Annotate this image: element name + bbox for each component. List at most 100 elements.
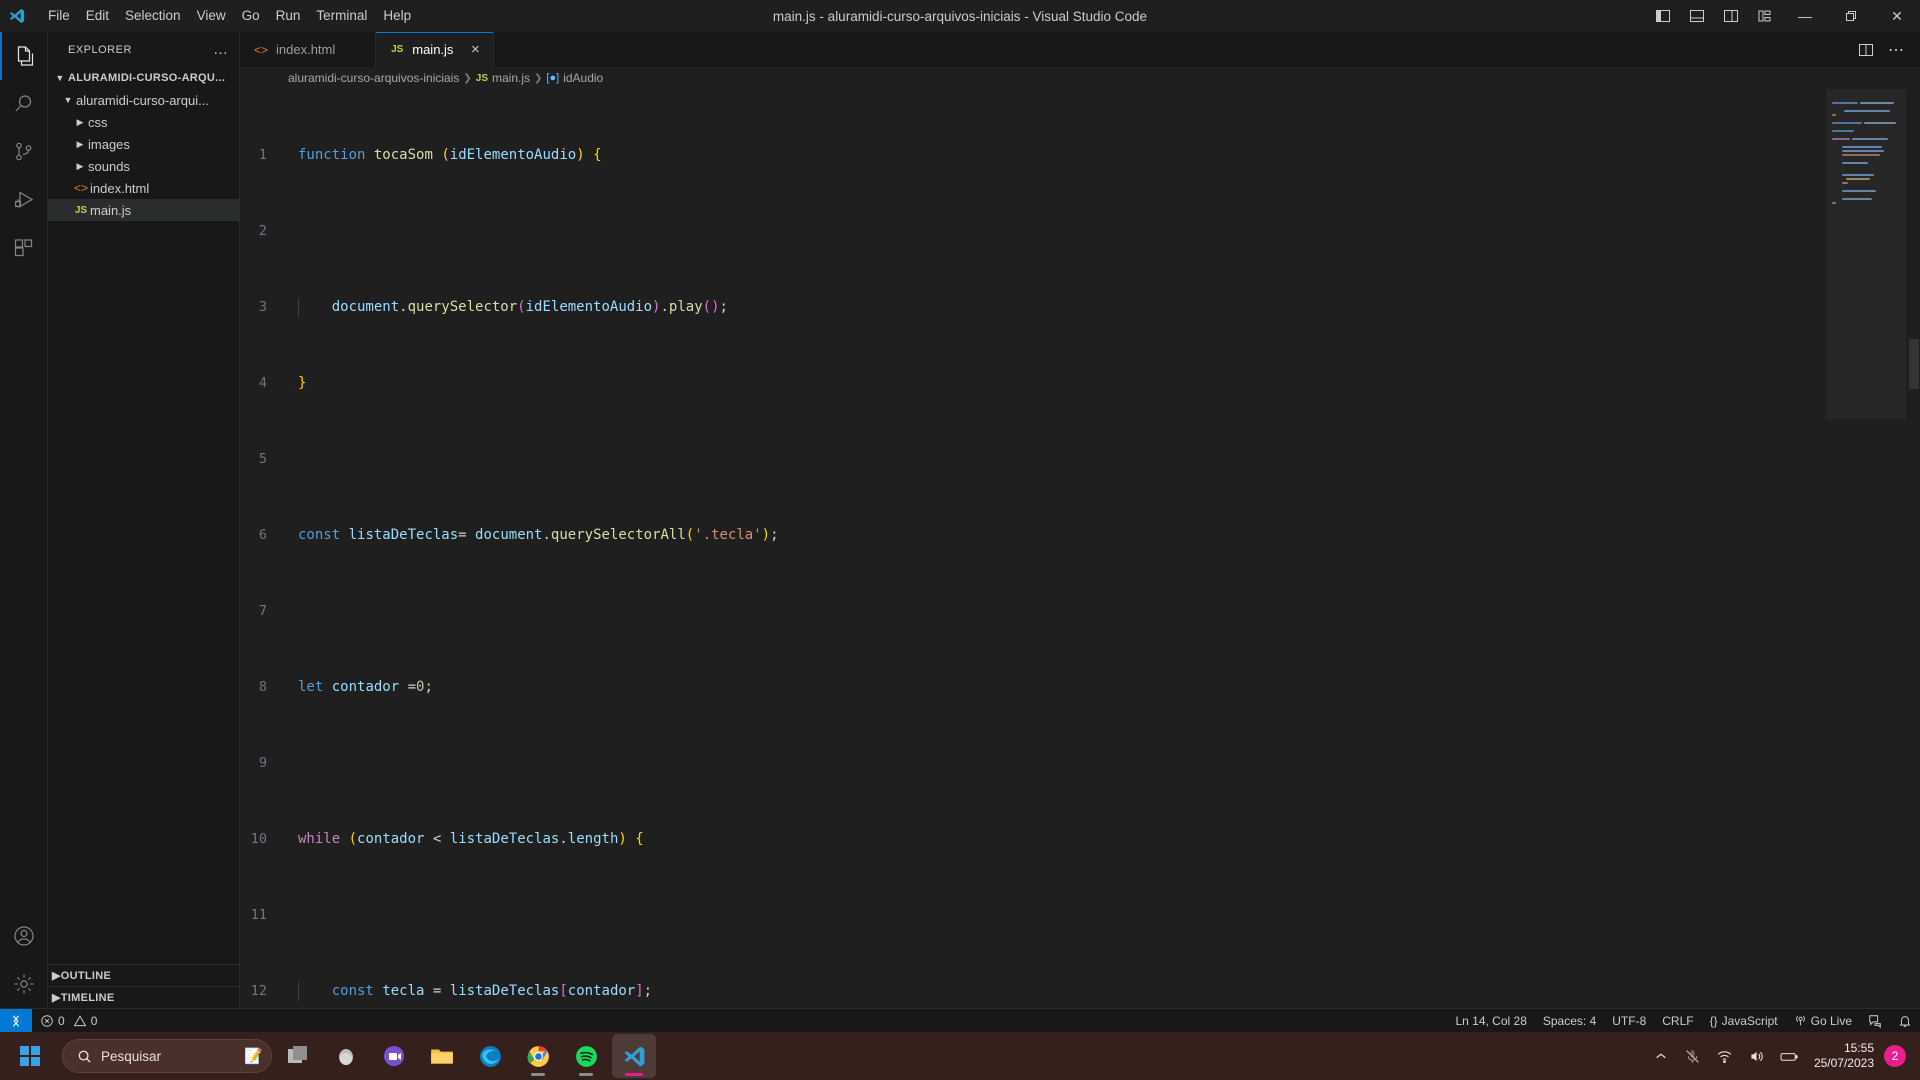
notification-badge[interactable]: 2 bbox=[1884, 1045, 1906, 1067]
breadcrumb-symbol[interactable]: [●] idAudio bbox=[546, 71, 603, 85]
split-editor-icon[interactable] bbox=[1852, 36, 1880, 64]
minimap[interactable] bbox=[1826, 89, 1906, 1008]
taskbar-file-explorer[interactable] bbox=[420, 1034, 464, 1078]
status-editor-position[interactable]: Ln 14, Col 28 bbox=[1447, 1009, 1534, 1033]
tree-item-file-index-html[interactable]: <> index.html bbox=[48, 177, 239, 199]
code-line: 4 } bbox=[240, 374, 1920, 393]
timeline-panel-header[interactable]: ▶ TIMELINE bbox=[48, 986, 239, 1008]
breadcrumb-file[interactable]: JS main.js bbox=[476, 71, 530, 85]
line-text: while (contador < listaDeTeclas.length) … bbox=[298, 831, 644, 847]
chevron-right-icon: ▶ bbox=[52, 970, 61, 982]
text-editor[interactable]: 1 function tocaSom (idElementoAudio) { 2… bbox=[240, 89, 1920, 1008]
activity-accounts[interactable] bbox=[0, 912, 48, 960]
tree-item-folder-sounds[interactable]: ▶ sounds bbox=[48, 155, 239, 177]
start-icon[interactable] bbox=[8, 1034, 52, 1078]
outline-panel-header[interactable]: ▶ OUTLINE bbox=[48, 964, 239, 986]
chevron-up-icon[interactable] bbox=[1646, 1039, 1676, 1073]
symbol-variable-icon: [●] bbox=[546, 72, 560, 84]
ellipsis-icon[interactable]: ⋯ bbox=[1882, 36, 1910, 64]
status-editor-indentation[interactable]: Spaces: 4 bbox=[1535, 1009, 1604, 1033]
active-indicator bbox=[625, 1073, 643, 1076]
video-icon bbox=[384, 1046, 404, 1066]
toggle-primary-sidebar-icon[interactable] bbox=[1646, 0, 1680, 32]
taskbar-visual-studio-code[interactable] bbox=[612, 1034, 656, 1078]
search-input[interactable]: Pesquisar 📝 bbox=[62, 1039, 272, 1073]
tab-main-js[interactable]: JS main.js × bbox=[376, 32, 495, 67]
warning-icon bbox=[73, 1014, 86, 1026]
cloud-icon bbox=[339, 1049, 353, 1065]
taskbar-video-app[interactable] bbox=[372, 1034, 416, 1078]
tree-item-folder-images[interactable]: ▶ images bbox=[48, 133, 239, 155]
activity-run-and-debug[interactable] bbox=[0, 176, 48, 224]
folder-icon bbox=[431, 1049, 453, 1064]
status-editor-eol[interactable]: CRLF bbox=[1654, 1009, 1701, 1033]
editor-scrollbar[interactable] bbox=[1906, 89, 1920, 1008]
problems-indicator[interactable]: 0 0 bbox=[32, 1009, 105, 1033]
tree-item-workspace-root[interactable]: ▼ ALURAMIDI-CURSO-ARQU... bbox=[48, 67, 239, 89]
toggle-panel-icon[interactable] bbox=[1680, 0, 1714, 32]
menu-edit[interactable]: Edit bbox=[78, 4, 117, 28]
remote-window-indicator[interactable] bbox=[0, 1008, 32, 1033]
warning-count: 0 bbox=[90, 1013, 98, 1028]
menu-go[interactable]: Go bbox=[234, 4, 268, 28]
menu-bar[interactable]: File Edit Selection View Go Run Terminal… bbox=[34, 0, 419, 32]
chevron-right-icon: ▶ bbox=[76, 138, 84, 149]
toggle-secondary-sidebar-icon[interactable] bbox=[1714, 0, 1748, 32]
code-content[interactable]: 1 function tocaSom (idElementoAudio) { 2… bbox=[240, 89, 1920, 1008]
running-indicator bbox=[579, 1073, 593, 1076]
explorer-header: EXPLORER … bbox=[48, 32, 239, 67]
minimap-slider[interactable] bbox=[1826, 89, 1906, 419]
status-editor-language[interactable]: {} JavaScript bbox=[1702, 1009, 1786, 1033]
tree-item-folder-css[interactable]: ▶ css bbox=[48, 111, 239, 133]
activity-manage-gear-icon[interactable] bbox=[0, 960, 48, 1008]
close-button[interactable]: ✕ bbox=[1874, 0, 1920, 32]
minimize-button[interactable]: — bbox=[1782, 0, 1828, 32]
menu-file[interactable]: File bbox=[40, 4, 78, 28]
activity-search[interactable] bbox=[0, 80, 48, 128]
status-editor-encoding[interactable]: UTF-8 bbox=[1604, 1009, 1654, 1033]
customize-layout-icon[interactable] bbox=[1748, 0, 1782, 32]
taskbar-task-view[interactable] bbox=[276, 1034, 320, 1078]
search-icon bbox=[78, 1050, 91, 1063]
speaker-icon[interactable] bbox=[1742, 1039, 1772, 1073]
line-number: 6 bbox=[258, 527, 267, 543]
battery-icon[interactable] bbox=[1774, 1039, 1804, 1073]
explorer-more-icon[interactable]: … bbox=[213, 42, 229, 57]
tree-item-label: css bbox=[88, 114, 108, 130]
html-file-icon: <> bbox=[253, 42, 268, 57]
line-number: 9 bbox=[258, 755, 267, 771]
activity-source-control[interactable] bbox=[0, 128, 48, 176]
status-notifications[interactable] bbox=[1890, 1009, 1920, 1033]
tree-item-label: aluramidi-curso-arqui... bbox=[76, 92, 209, 108]
menu-help[interactable]: Help bbox=[375, 4, 419, 28]
taskbar-clock[interactable]: 15:55 25/07/2023 bbox=[1806, 1041, 1882, 1071]
taskbar-spotify[interactable] bbox=[564, 1034, 608, 1078]
tree-item-file-main-js[interactable]: JS main.js bbox=[48, 199, 239, 221]
menu-view[interactable]: View bbox=[189, 4, 234, 28]
sidebar-bottom-panels: ▶ OUTLINE ▶ TIMELINE bbox=[48, 964, 239, 1008]
line-number: 10 bbox=[250, 831, 267, 847]
mic-muted-icon[interactable] bbox=[1678, 1039, 1708, 1073]
tree-item-folder-project[interactable]: ▼ aluramidi-curso-arqui... bbox=[48, 89, 239, 111]
code-line: 1 function tocaSom (idElementoAudio) { bbox=[240, 146, 1920, 165]
menu-selection[interactable]: Selection bbox=[117, 4, 189, 28]
breadcrumb-folder[interactable]: aluramidi-curso-arquivos-iniciais bbox=[288, 71, 459, 85]
taskbar-microsoft-edge[interactable] bbox=[468, 1034, 512, 1078]
chevron-right-icon: ❯ bbox=[463, 72, 472, 84]
wifi-icon[interactable] bbox=[1710, 1039, 1740, 1073]
file-tree[interactable]: ▼ ALURAMIDI-CURSO-ARQU... ▼ aluramidi-cu… bbox=[48, 67, 239, 964]
menu-terminal[interactable]: Terminal bbox=[308, 4, 375, 28]
status-go-live[interactable]: Go Live bbox=[1786, 1009, 1860, 1033]
activity-explorer[interactable] bbox=[0, 32, 48, 80]
activity-extensions[interactable] bbox=[0, 224, 48, 272]
taskbar-weather-widget[interactable] bbox=[324, 1034, 368, 1078]
close-icon[interactable]: × bbox=[467, 42, 483, 57]
taskbar-google-chrome[interactable] bbox=[516, 1034, 560, 1078]
outline-panel-label: OUTLINE bbox=[60, 969, 112, 982]
tab-index-html[interactable]: <> index.html × bbox=[240, 32, 377, 67]
menu-run[interactable]: Run bbox=[268, 4, 309, 28]
running-indicator bbox=[531, 1073, 545, 1076]
restore-button[interactable] bbox=[1828, 0, 1874, 32]
scrollbar-thumb[interactable] bbox=[1909, 339, 1919, 389]
status-feedback[interactable] bbox=[1860, 1009, 1890, 1033]
